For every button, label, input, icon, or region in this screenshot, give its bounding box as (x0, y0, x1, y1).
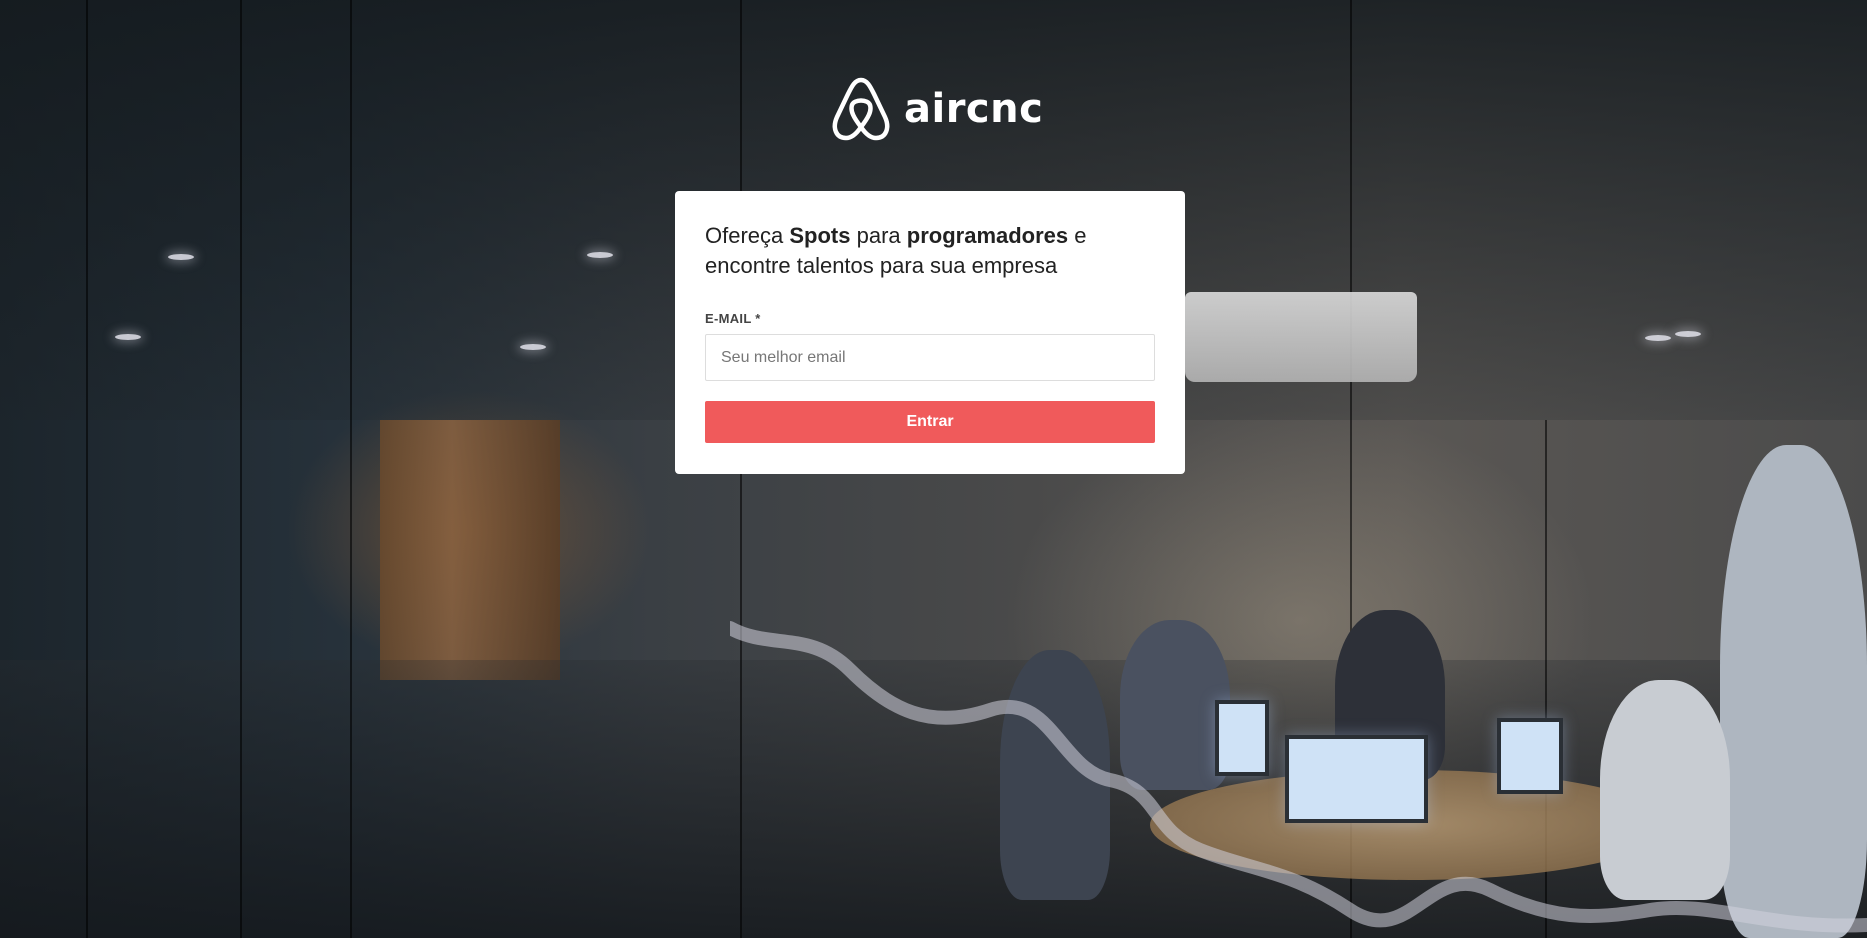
ceiling-light (587, 252, 613, 258)
email-label: E-MAIL * (705, 311, 761, 326)
glass-pane-divider (350, 0, 352, 938)
ceiling-light (168, 254, 194, 260)
ceiling-light (520, 344, 546, 350)
brand-logo: aircnc (830, 76, 1043, 142)
tagline: Ofereça Spots para programadores e encon… (705, 221, 1155, 281)
brand-name: aircnc (904, 86, 1044, 132)
airbnb-belo-icon (832, 77, 890, 141)
glass-pane-divider (240, 0, 242, 938)
air-conditioner (1185, 292, 1417, 382)
tagline-spots: Spots (789, 223, 851, 248)
login-form: E-MAIL * Entrar (705, 311, 1155, 443)
glass-pane-divider (86, 0, 88, 938)
submit-button[interactable]: Entrar (705, 401, 1155, 443)
tagline-text-1: Ofereça (705, 223, 790, 248)
ceiling-light (1645, 335, 1671, 341)
ceiling-light (1675, 331, 1701, 337)
tagline-text-2: para (850, 223, 907, 248)
background-hallway (380, 420, 560, 680)
tagline-programadores: programadores (906, 223, 1069, 248)
ceiling-light (115, 334, 141, 340)
email-field[interactable] (705, 334, 1155, 381)
glass-wave-decal (730, 621, 1867, 933)
login-card: Ofereça Spots para programadores e encon… (675, 191, 1185, 474)
